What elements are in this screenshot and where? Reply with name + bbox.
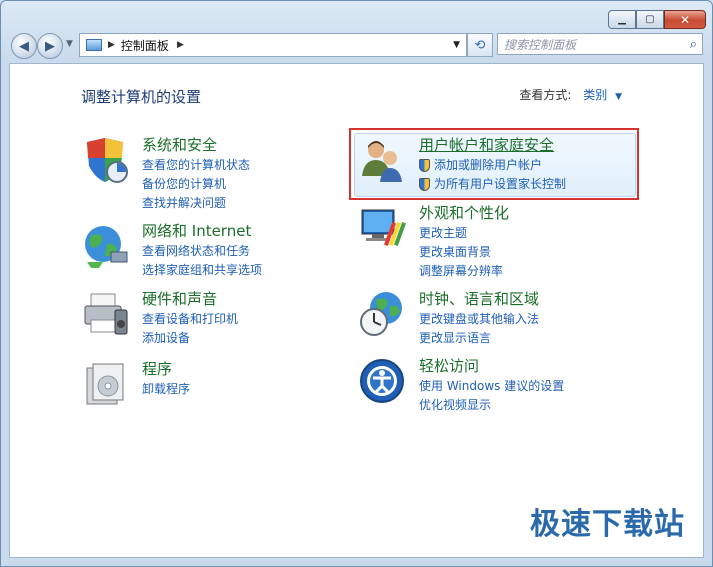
category-link[interactable]: 更改键盘或其他输入法 (419, 310, 539, 329)
category-link[interactable]: 更改桌面背景 (419, 243, 503, 262)
category-link[interactable]: 添加设备 (142, 329, 238, 348)
category-link-label: 为所有用户设置家长控制 (434, 177, 567, 191)
category-link[interactable]: 调整屏幕分辨率 (419, 262, 503, 281)
category-link[interactable]: 优化视频显示 (419, 396, 564, 415)
category-link[interactable]: 添加或删除用户帐户 (419, 156, 566, 175)
security-shield-icon (87, 138, 128, 183)
view-by: 查看方式: 类别 ▼ (519, 86, 622, 103)
page-title: 调整计算机的设置 (81, 88, 202, 106)
category-link[interactable]: 备份您的计算机 (142, 175, 250, 194)
refresh-button[interactable]: ⟲ (467, 33, 493, 57)
category-link[interactable]: 更改主题 (419, 224, 503, 243)
control-panel-icon (86, 39, 102, 51)
breadcrumb-control-panel[interactable]: 控制面板 (121, 37, 169, 54)
view-by-value[interactable]: 类别 (583, 88, 607, 102)
address-dropdown-icon[interactable]: ▼ (453, 40, 460, 50)
monitor-palette-icon (361, 209, 406, 246)
address-bar[interactable]: ▶ 控制面板 ▶ ▼ (79, 33, 467, 57)
category-title[interactable]: 时钟、语言和区域 (419, 288, 539, 309)
category-link[interactable]: 使用 Windows 建议的设置 (419, 377, 564, 396)
category-title[interactable]: 系统和安全 (142, 134, 217, 155)
category-title[interactable]: 网络和 Internet (142, 220, 251, 241)
chevron-right-icon[interactable]: ▶ (177, 40, 184, 50)
navigation-bar: ◀ ▶ ▼ ▶ 控制面板 ▶ ▼ ⟲ 搜索控制面板 ⌕ (11, 31, 703, 59)
control-panel-window: ▁ ▢ ✕ ◀ ▶ ▼ ▶ 控制面板 ▶ ▼ ⟲ 搜索控制面板 ⌕ 调整计算机的… (0, 0, 713, 567)
recent-pages-dropdown-icon[interactable]: ▼ (66, 39, 73, 49)
category-link-label: 添加或删除用户帐户 (434, 158, 543, 172)
network-globe-icon (85, 226, 128, 268)
close-button[interactable]: ✕ (664, 10, 706, 29)
category-link[interactable]: 卸载程序 (142, 380, 190, 399)
uac-shield-icon (419, 159, 430, 172)
category-title[interactable]: 用户帐户和家庭安全 (419, 134, 554, 155)
category-title[interactable]: 硬件和声音 (142, 288, 217, 309)
minimize-button[interactable]: ▁ (608, 10, 636, 29)
category-title[interactable]: 外观和个性化 (419, 202, 509, 223)
programs-box-icon (86, 363, 124, 405)
view-by-label: 查看方式: (519, 88, 572, 102)
users-icon (362, 141, 402, 182)
back-button[interactable]: ◀ (11, 33, 37, 59)
maximize-button[interactable]: ▢ (636, 10, 664, 29)
content-pane: 调整计算机的设置 查看方式: 类别 ▼ 系统和安全 查看您的计算机状态 备份您的… (9, 63, 704, 558)
printer-icon (84, 293, 128, 335)
category-link[interactable]: 查看网络状态和任务 (142, 242, 262, 261)
search-input[interactable]: 搜索控制面板 ⌕ (497, 33, 703, 55)
search-placeholder: 搜索控制面板 (504, 37, 577, 52)
category-link[interactable]: 选择家庭组和共享选项 (142, 261, 262, 280)
site-watermark: 极速下载站 (530, 507, 685, 542)
category-title[interactable]: 程序 (142, 358, 172, 379)
clock-globe-icon (360, 292, 402, 336)
uac-shield-icon (419, 178, 430, 191)
ease-of-access-icon (360, 359, 404, 403)
chevron-right-icon[interactable]: ▶ (108, 40, 115, 50)
category-link[interactable]: 查看设备和打印机 (142, 310, 238, 329)
category-link[interactable]: 查看您的计算机状态 (142, 156, 250, 175)
category-title[interactable]: 轻松访问 (419, 355, 479, 376)
forward-button[interactable]: ▶ (37, 33, 63, 59)
category-link[interactable]: 更改显示语言 (419, 329, 539, 348)
category-link[interactable]: 为所有用户设置家长控制 (419, 175, 566, 194)
chevron-down-icon[interactable]: ▼ (615, 92, 622, 102)
category-link[interactable]: 查找并解决问题 (142, 194, 250, 213)
caption-buttons: ▁ ▢ ✕ (608, 10, 706, 29)
search-icon[interactable]: ⌕ (690, 37, 697, 52)
